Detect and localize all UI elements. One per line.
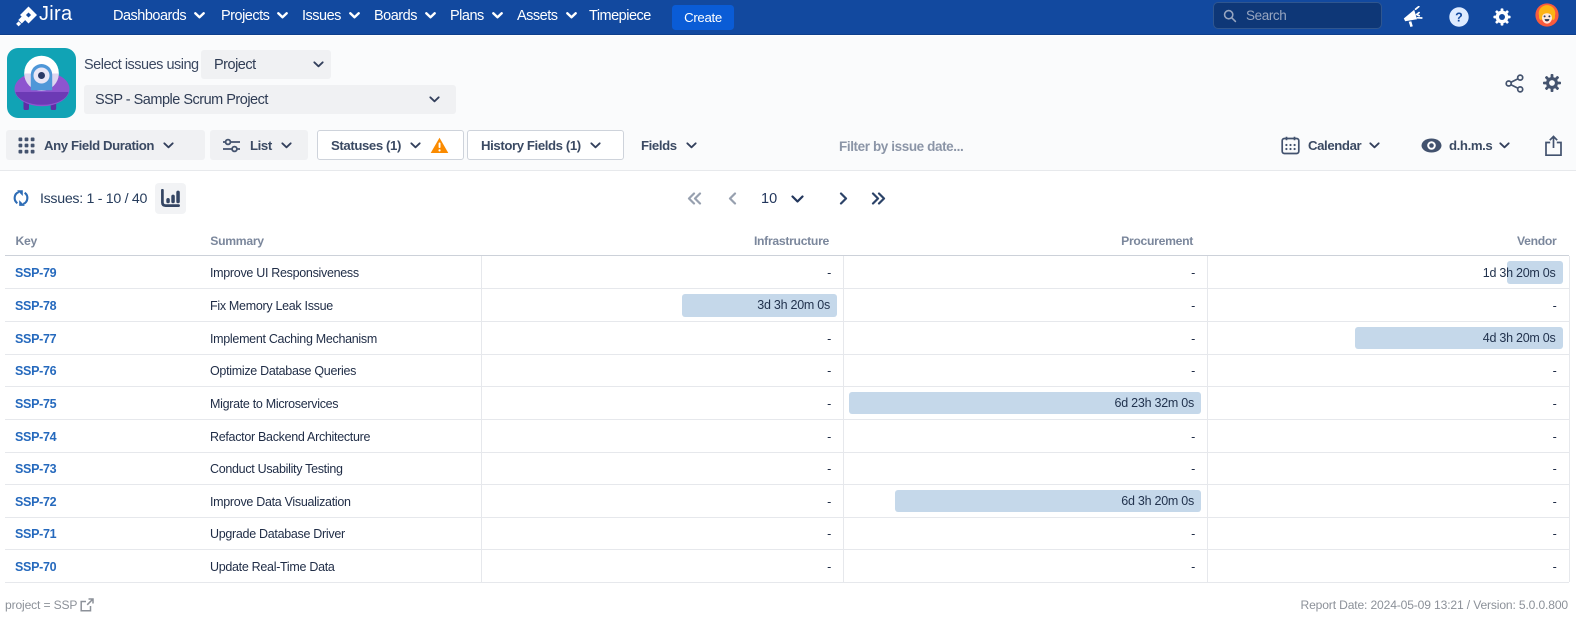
svg-text:?: ?	[1455, 10, 1463, 24]
